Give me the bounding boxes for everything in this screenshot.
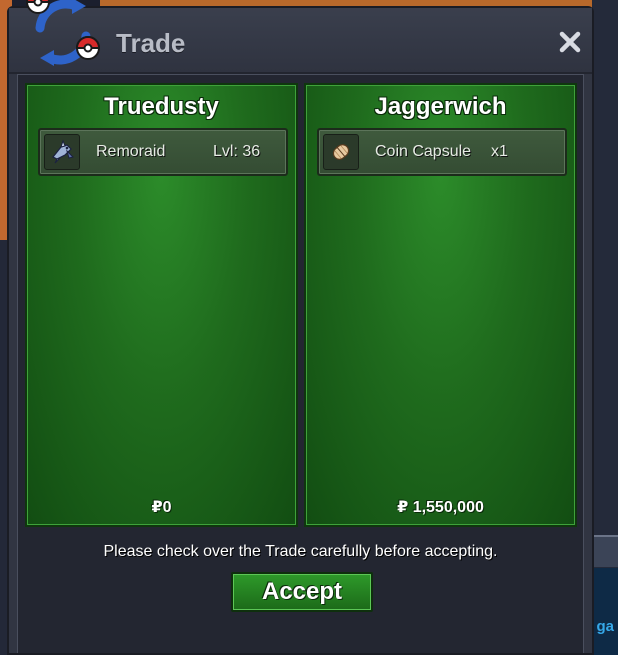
right-item-slot[interactable]: Coin Capsule x1 <box>317 128 567 176</box>
window-title: Trade <box>116 28 186 58</box>
trade-logo-icon <box>25 0 101 66</box>
left-trade-panel: Truedusty Remoraid Lvl: 36 ₽0 <box>25 83 298 527</box>
left-money-offer: ₽0 <box>151 499 172 516</box>
background-text-fragment: ga <box>596 618 614 635</box>
accept-button[interactable]: Accept <box>231 572 373 612</box>
coin-capsule-icon <box>323 134 359 170</box>
item-quantity: x1 <box>491 143 508 160</box>
right-trade-panel: Jaggerwich Coin Capsule x1 ₽ 1,550,000 <box>304 83 577 527</box>
item-level: Lvl: 36 <box>213 143 261 160</box>
trade-content: Truedusty Remoraid Lvl: 36 ₽0 Jaggerwich… <box>17 74 584 653</box>
trade-window: Trade Truedusty Remoraid Lvl: 36 ₽0 Jagg… <box>7 6 594 655</box>
close-button[interactable] <box>558 30 582 54</box>
item-name: Remoraid <box>96 143 166 160</box>
remoraid-sprite-icon <box>44 134 80 170</box>
right-money-offer: ₽ 1,550,000 <box>397 499 484 516</box>
trade-notice: Please check over the Trade carefully be… <box>103 543 498 560</box>
right-player-name: Jaggerwich <box>374 93 507 120</box>
item-name: Coin Capsule <box>375 143 472 160</box>
close-icon <box>559 31 581 53</box>
left-item-slot[interactable]: Remoraid Lvl: 36 <box>38 128 288 176</box>
left-player-name: Truedusty <box>104 93 219 120</box>
